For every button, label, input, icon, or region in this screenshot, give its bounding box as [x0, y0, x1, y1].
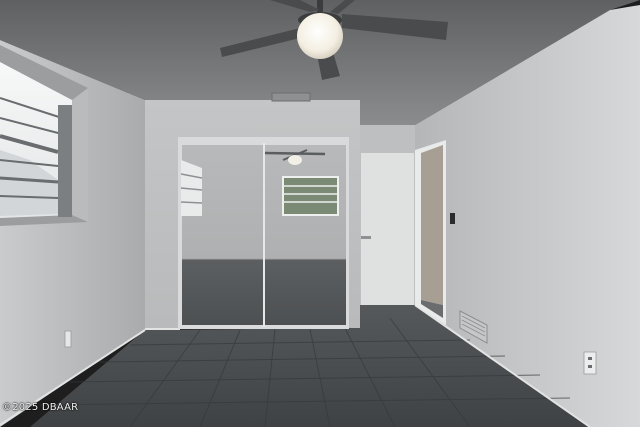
copyright-watermark: ©2025 DBAAR — [2, 402, 79, 413]
room-photo: ©2025 DBAAR — [0, 0, 640, 427]
light-switch — [450, 213, 455, 224]
ceiling-vent — [271, 92, 311, 102]
interior-door — [361, 153, 414, 305]
outlet-left — [64, 330, 72, 348]
outlet-right — [583, 351, 597, 375]
room-illustration — [0, 0, 640, 427]
doorway — [415, 140, 446, 325]
mirrored-closet — [178, 137, 349, 329]
